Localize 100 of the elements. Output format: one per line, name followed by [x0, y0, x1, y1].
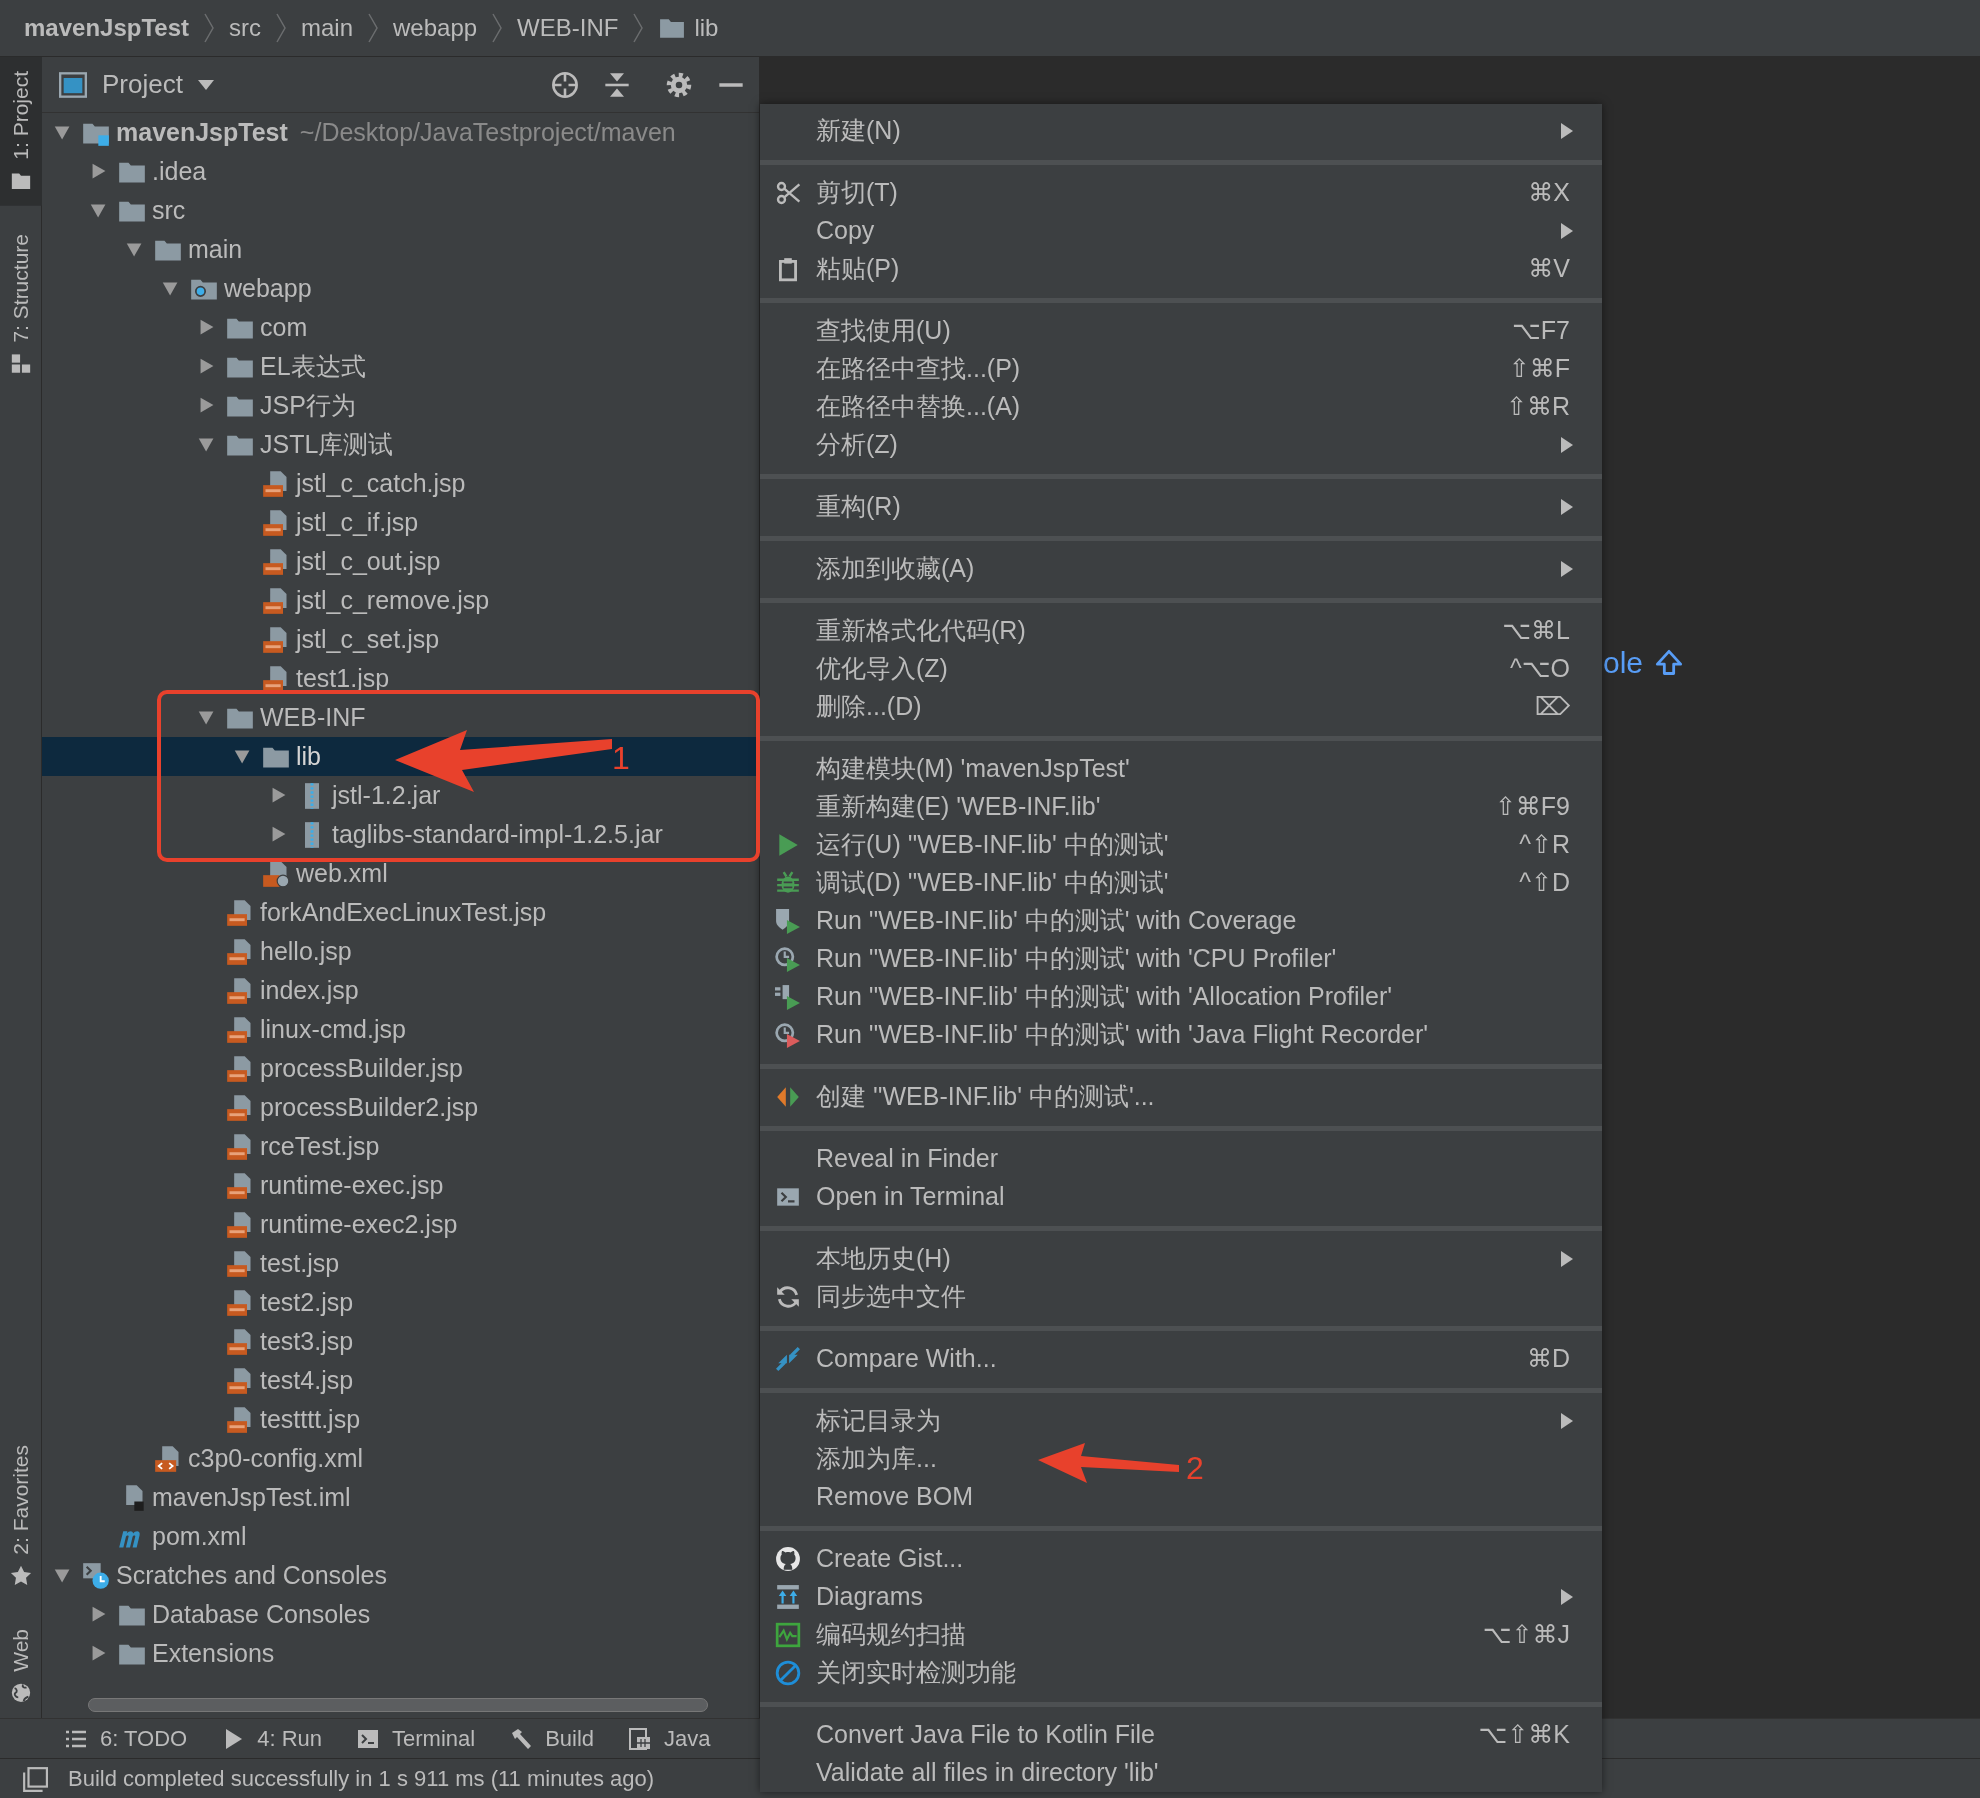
tree-item[interactable]: processBuilder.jsp [260, 1049, 463, 1088]
caret-icon[interactable] [196, 78, 215, 91]
menu-item[interactable]: 重新构建(E) 'WEB-INF.lib' [816, 788, 1101, 826]
tree-item[interactable]: mavenJspTest.iml [152, 1478, 351, 1517]
menu-item[interactable]: Run ''WEB-INF.lib' 中的测试' with 'Java Flight Recorder' [816, 1016, 1429, 1054]
tree-item[interactable]: jstl_c_out.jsp [296, 542, 441, 581]
menu-item[interactable]: 分析(Z) [816, 426, 898, 464]
tree-item[interactable]: WEB-INF [260, 698, 366, 737]
tree-item[interactable]: jstl-1.2.jar [332, 776, 441, 815]
tree-item[interactable]: webapp [224, 269, 312, 308]
tool-window-tab[interactable]: 1: Project [0, 57, 42, 206]
menu-item[interactable]: 重构(R) [816, 488, 901, 526]
menu-item[interactable]: 查找使用(U) [816, 312, 951, 350]
tree-item[interactable]: lib [296, 737, 321, 776]
menu-item[interactable]: 同步选中文件 [816, 1278, 966, 1316]
menu-item[interactable]: 粘贴(P) [816, 250, 900, 288]
tree-item[interactable]: c3p0-config.xml [188, 1439, 364, 1478]
tree-item[interactable]: JSP行为 [260, 386, 356, 425]
tree-item[interactable]: Scratches and Consoles [116, 1556, 387, 1595]
tool-window-button[interactable]: Build [509, 1722, 595, 1755]
tree-item[interactable]: jstl_c_set.jsp [296, 620, 440, 659]
menu-item[interactable]: 构建模块(M) 'mavenJspTest' [816, 750, 1130, 788]
scrollbar[interactable] [88, 1698, 708, 1712]
tree-item[interactable]: jstl_c_remove.jsp [296, 581, 490, 620]
menu-item[interactable]: 优化导入(Z) [816, 650, 948, 688]
tree-item[interactable]: test2.jsp [260, 1283, 354, 1322]
tool-window-button[interactable]: 4: Run [221, 1722, 323, 1755]
tool-window-tab[interactable]: Web [0, 1615, 42, 1718]
tool-window-button[interactable]: Java [628, 1722, 711, 1755]
menu-item[interactable]: 添加为库... [816, 1440, 937, 1478]
menu-item[interactable]: 删除...(D) [816, 688, 922, 726]
tree-item[interactable]: jstl_c_catch.jsp [296, 464, 466, 503]
menu-item[interactable]: 编码规约扫描 [816, 1616, 966, 1654]
tree-item[interactable]: taglibs-standard-impl-1.2.5.jar [332, 815, 663, 854]
tree-item[interactable]: main [188, 230, 243, 269]
breadcrumb-item[interactable]: src [228, 10, 261, 46]
menu-item[interactable]: 在路径中替换...(A) [816, 388, 1021, 426]
tree-item[interactable]: test4.jsp [260, 1361, 354, 1400]
menu-item[interactable]: 调试(D) ''WEB-INF.lib' 中的测试' [816, 864, 1169, 902]
tree-item[interactable]: Database Consoles [152, 1595, 371, 1634]
menu-item[interactable]: Run ''WEB-INF.lib' 中的测试' with 'CPU Profiler' [816, 940, 1337, 978]
menu-item[interactable]: Open in Terminal [816, 1178, 1005, 1216]
menu-item[interactable]: Remove BOM [816, 1478, 973, 1516]
menu-item[interactable]: Reveal in Finder [816, 1140, 999, 1178]
tree-item[interactable]: jstl_c_if.jsp [296, 503, 419, 542]
menu-item[interactable]: Validate all files in directory 'lib' [816, 1754, 1159, 1792]
tool-window-tab[interactable]: 7: Structure [0, 219, 42, 389]
menu-item[interactable]: Copy [816, 212, 875, 250]
tree-item[interactable]: processBuilder2.jsp [260, 1088, 479, 1127]
menu-item[interactable]: 剪切(T) [816, 174, 898, 212]
menu-item[interactable]: Diagrams [816, 1578, 923, 1616]
tree-item[interactable]: EL表达式 [260, 347, 366, 386]
diagram-icon [775, 1584, 801, 1610]
tree-item[interactable]: test1.jsp [296, 659, 390, 698]
breadcrumb-item[interactable]: mavenJspTest [24, 10, 189, 46]
tool-window-button[interactable]: Terminal [356, 1722, 476, 1755]
tree-item[interactable]: .idea [152, 152, 207, 191]
tree-item[interactable]: runtime-exec2.jsp [260, 1205, 458, 1244]
breadcrumb-item[interactable]: WEB-INF [517, 10, 619, 46]
tree-item[interactable]: runtime-exec.jsp [260, 1166, 444, 1205]
menu-item[interactable]: Compare With... [816, 1340, 997, 1378]
menu-item[interactable]: Convert Java File to Kotlin File [816, 1716, 1156, 1754]
tree-item[interactable]: test3.jsp [260, 1322, 354, 1361]
menu-item[interactable]: Create Gist... [816, 1540, 964, 1578]
tree-item[interactable]: pom.xml [152, 1517, 247, 1556]
menu-item[interactable]: Run ''WEB-INF.lib' 中的测试' with 'Allocation Profiler' [816, 978, 1392, 1016]
breadcrumb-item[interactable]: main [300, 10, 353, 46]
tree-item[interactable]: testttt.jsp [260, 1400, 361, 1439]
panel-title[interactable]: Project [102, 65, 183, 104]
tree-item[interactable]: com [260, 308, 308, 347]
tree-item[interactable]: mavenJspTest [116, 113, 288, 152]
menu-item[interactable]: 关闭实时检测功能 [816, 1654, 1016, 1692]
menu-item[interactable]: 本地历史(H) [816, 1240, 951, 1278]
tree-item[interactable]: forkAndExecLinuxTest.jsp [260, 893, 547, 932]
menu-item[interactable]: 添加到收藏(A) [816, 550, 975, 588]
menu-item[interactable]: 创建 ''WEB-INF.lib' 中的测试'... [816, 1078, 1155, 1116]
menu-item[interactable]: 重新格式化代码(R) [816, 612, 1026, 650]
tree-item[interactable]: Extensions [152, 1634, 275, 1673]
menu-item[interactable]: 在路径中查找...(P) [816, 350, 1021, 388]
breadcrumb-item[interactable]: webapp [393, 10, 478, 46]
breadcrumb-separator-icon [202, 13, 215, 43]
tool-window-button[interactable]: 6: TODO [64, 1722, 188, 1755]
tree-item[interactable]: rceTest.jsp [260, 1127, 380, 1166]
menu-item[interactable]: 新建(N) [816, 112, 901, 150]
panel-toggle-icon[interactable] [22, 1765, 48, 1792]
collapse-icon[interactable] [603, 70, 631, 99]
tool-window-tab[interactable]: 2: Favorites [0, 1431, 42, 1602]
menu-item[interactable]: Run ''WEB-INF.lib' 中的测试' with Coverage [816, 902, 1297, 940]
menu-item[interactable]: 运行(U) ''WEB-INF.lib' 中的测试' [816, 826, 1169, 864]
tree-item[interactable]: src [152, 191, 186, 230]
menu-item[interactable]: 标记目录为 [816, 1402, 941, 1440]
breadcrumb-item[interactable]: lib [694, 10, 719, 46]
tree-item[interactable]: test.jsp [260, 1244, 340, 1283]
locate-icon[interactable] [551, 70, 579, 99]
tree-item[interactable]: hello.jsp [260, 932, 352, 971]
tree-item[interactable]: index.jsp [260, 971, 359, 1010]
settings-icon[interactable] [665, 70, 693, 99]
tree-item[interactable]: web.xml [296, 854, 388, 893]
tree-item[interactable]: JSTL库测试 [260, 425, 394, 464]
tree-item[interactable]: linux-cmd.jsp [260, 1010, 406, 1049]
